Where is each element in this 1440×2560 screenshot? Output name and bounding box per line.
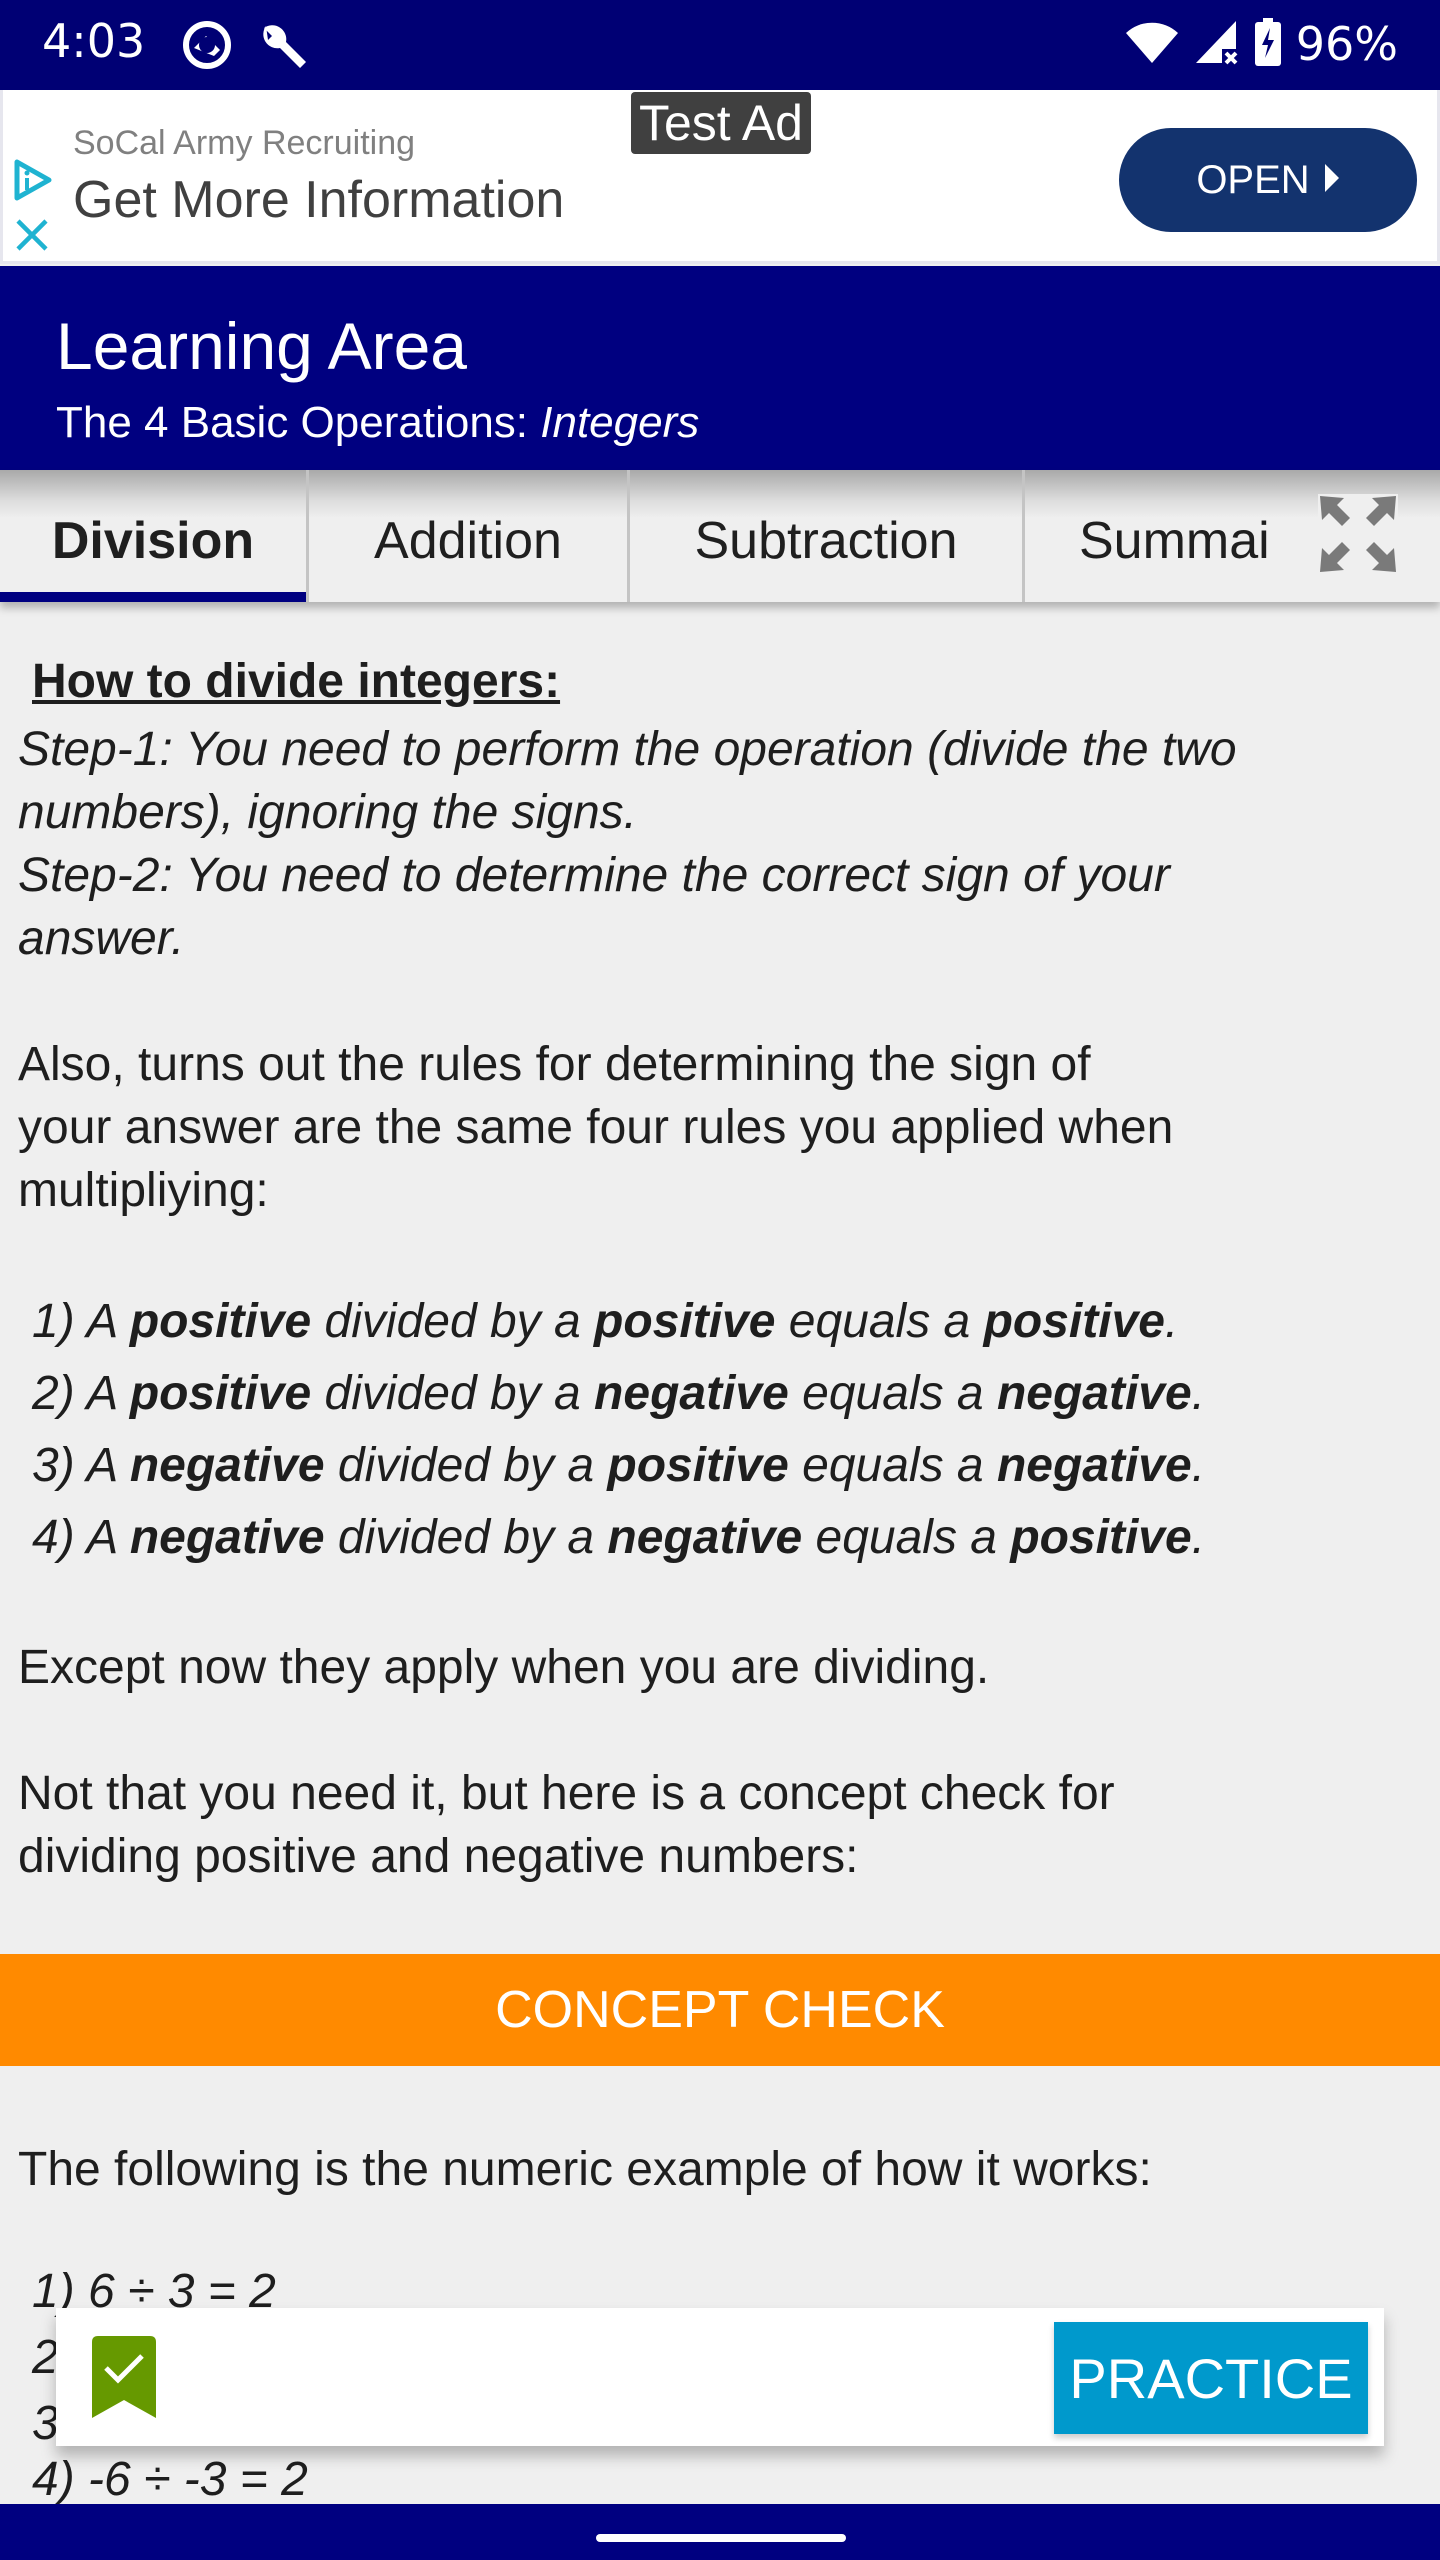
practice-label: PRACTICE: [1069, 2346, 1353, 2410]
rule-emphasis: positive: [607, 1439, 789, 1492]
rule-emphasis: negative: [594, 1367, 789, 1420]
step-2-line-2: answer.: [18, 912, 185, 965]
ad-open-label: OPEN: [1196, 157, 1310, 202]
page-subtitle: The 4 Basic Operations: Integers: [56, 398, 699, 448]
rule-emphasis: negative: [996, 1439, 1192, 1492]
rule-emphasis: positive: [129, 1367, 312, 1420]
rule-emphasis: positive: [594, 1295, 776, 1348]
rule-emphasis: negative: [607, 1511, 803, 1564]
status-time: 4:03: [42, 14, 146, 68]
rule-text: equals a: [775, 1295, 984, 1348]
adchoices-icon[interactable]: [11, 158, 55, 207]
wifi-icon: [1124, 19, 1180, 70]
ad-open-button[interactable]: OPEN: [1119, 128, 1417, 232]
concept-check-label: CONCEPT CHECK: [495, 1981, 945, 2039]
system-nav-bar: [0, 2504, 1440, 2560]
concept-intro-line-2: dividing positive and negative numbers:: [18, 1830, 859, 1883]
active-tab-indicator: [0, 592, 306, 602]
app-header: Learning Area The 4 Basic Operations: In…: [0, 266, 1440, 470]
rule-text: 1) A: [32, 1295, 130, 1348]
play-arrow-icon: [1324, 158, 1340, 203]
ad-headline[interactable]: Get More Information: [73, 170, 564, 230]
subtitle-emphasis: Integers: [540, 398, 700, 447]
status-right: 96%: [1124, 14, 1398, 74]
tab-label: Subtraction: [694, 512, 958, 570]
numeric-example-intro: The following is the numeric example of …: [18, 2143, 1152, 2196]
concept-check-button[interactable]: CONCEPT CHECK: [0, 1954, 1440, 2066]
rule-emphasis: positive: [983, 1295, 1165, 1348]
fullscreen-button[interactable]: [1318, 494, 1398, 574]
rule-text: 3) A: [32, 1439, 130, 1492]
rule-emphasis: negative: [129, 1511, 325, 1564]
ad-close-icon[interactable]: [15, 218, 49, 257]
signal-no-service-icon: [1194, 19, 1240, 70]
tab-addition[interactable]: Addition: [309, 470, 630, 602]
tab-bar: Division Addition Subtraction Summai: [0, 470, 1440, 602]
ad-label: Test Ad: [631, 92, 811, 154]
ad-banner[interactable]: Test Ad SoCal Army Recruiting Get More I…: [0, 90, 1440, 264]
rule-text: .: [1164, 1295, 1179, 1348]
example-item: 2: [32, 2331, 59, 2384]
rule-text: 4) A: [32, 1511, 130, 1564]
also-line-2: your answer are the same four rules you …: [18, 1101, 1174, 1154]
section-heading: How to divide integers:: [32, 655, 561, 708]
rule-item: 2) A positive divided by a negative equa…: [32, 1366, 1205, 1421]
rule-emphasis: positive: [1010, 1511, 1192, 1564]
step-2-line-1: Step-2: You need to determine the correc…: [18, 849, 1170, 902]
rule-item: 4) A negative divided by a negative equa…: [32, 1510, 1205, 1565]
wrench-icon: [256, 18, 312, 79]
practice-card: PRACTICE: [56, 2308, 1384, 2446]
tab-division[interactable]: Division: [0, 470, 309, 602]
example-item: 4) -6 ÷ -3 = 2: [32, 2453, 308, 2506]
rule-item: 3) A negative divided by a positive equa…: [32, 1438, 1205, 1493]
tab-label: Addition: [374, 512, 562, 570]
rule-text: equals a: [788, 1439, 997, 1492]
rule-text: .: [1191, 1367, 1206, 1420]
rule-text: divided by a: [311, 1367, 595, 1420]
rule-text: divided by a: [324, 1511, 608, 1564]
rule-text: 2) A: [32, 1367, 130, 1420]
also-line-1: Also, turns out the rules for determinin…: [18, 1038, 1091, 1091]
except-line: Except now they apply when you are divid…: [18, 1641, 990, 1694]
status-bar: 4:03 96%: [0, 0, 1440, 90]
data-saver-icon: [180, 18, 234, 77]
step-1-line-2: numbers), ignoring the signs.: [18, 786, 637, 839]
rule-emphasis: negative: [996, 1367, 1192, 1420]
tab-label: Division: [51, 512, 255, 570]
subtitle-prefix: The 4 Basic Operations:: [56, 398, 541, 447]
tab-label: Summai: [1079, 512, 1270, 570]
rule-text: .: [1191, 1439, 1206, 1492]
rule-text: .: [1191, 1511, 1206, 1564]
expand-arrows-icon: [1320, 496, 1396, 572]
rule-emphasis: negative: [129, 1439, 325, 1492]
battery-percent: 96%: [1295, 17, 1398, 71]
battery-charging-icon: [1254, 17, 1282, 71]
rule-text: divided by a: [324, 1439, 608, 1492]
ad-sponsor: SoCal Army Recruiting: [73, 124, 416, 162]
rule-text: equals a: [802, 1511, 1011, 1564]
rule-item: 1) A positive divided by a positive equa…: [32, 1294, 1178, 1349]
rule-text: divided by a: [311, 1295, 595, 1348]
home-gesture-handle[interactable]: [596, 2534, 846, 2542]
page-title: Learning Area: [56, 309, 467, 383]
rule-text: equals a: [788, 1367, 997, 1420]
concept-intro-line-1: Not that you need it, but here is a conc…: [18, 1767, 1115, 1820]
tab-subtraction[interactable]: Subtraction: [630, 470, 1025, 602]
practice-button[interactable]: PRACTICE: [1054, 2322, 1368, 2434]
rule-emphasis: positive: [129, 1295, 312, 1348]
step-1-line-1: Step-1: You need to perform the operatio…: [18, 723, 1237, 776]
also-line-3: multipliying:: [18, 1164, 269, 1217]
completed-badge-icon: [92, 2336, 156, 2423]
example-item: 3: [32, 2397, 59, 2450]
